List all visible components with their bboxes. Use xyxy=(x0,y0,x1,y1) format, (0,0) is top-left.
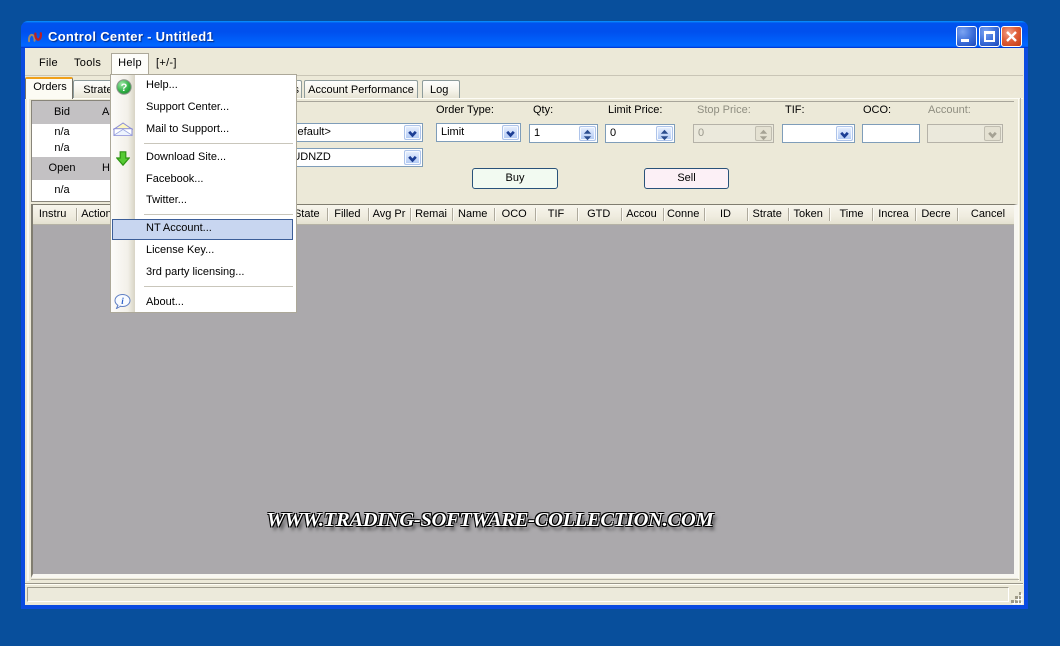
svg-text:?: ? xyxy=(121,82,128,94)
